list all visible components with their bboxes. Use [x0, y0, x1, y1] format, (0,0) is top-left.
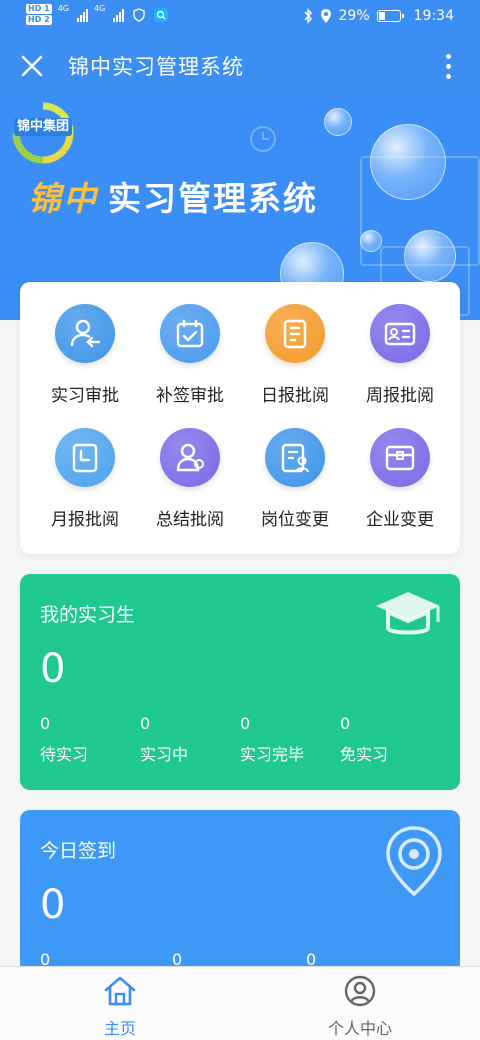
more-vertical-icon	[445, 53, 451, 59]
menu-item-daily-report[interactable]: 日报批阅	[240, 282, 350, 406]
menu-icon-bg	[370, 428, 430, 487]
status-right: 29% 19:34	[303, 8, 454, 24]
banner-title-text: 实习管理系统	[108, 179, 318, 218]
menu-icon-bg	[265, 428, 325, 487]
battery-percent: 29%	[338, 8, 370, 24]
menu-icon-bg	[55, 304, 115, 363]
stat-value: 0	[340, 714, 351, 733]
box-icon	[385, 445, 415, 470]
menu-icon-bg	[55, 428, 115, 487]
home-icon	[102, 973, 138, 1009]
nav-item-home[interactable]: 主页	[0, 967, 240, 1040]
id-card-icon	[384, 322, 416, 345]
nav-item-profile[interactable]: 个人中心	[240, 967, 480, 1040]
menu-item-enterprise-change[interactable]: 企业变更	[345, 406, 455, 530]
location-target-icon	[386, 826, 442, 897]
sim-indicators: HD 1 HD 2	[26, 4, 52, 25]
bubble-decoration	[370, 124, 446, 200]
sim1-label: HD 1	[26, 4, 52, 14]
menu-item-makeup-signin-approval[interactable]: 补签审批	[135, 282, 245, 406]
nav-label: 个人中心	[327, 1019, 392, 1038]
banner-brand: 锦中	[28, 179, 98, 218]
menu-label: 月报批阅	[51, 510, 119, 530]
stat-value: 0	[240, 714, 251, 733]
location-icon	[320, 9, 331, 23]
stat-label: 待实习	[40, 745, 89, 764]
stat-label: 实习完毕	[240, 745, 305, 764]
network2-label: 4G	[93, 4, 106, 13]
card-title: 今日签到	[40, 840, 117, 862]
menu-item-position-change[interactable]: 岗位变更	[240, 406, 350, 530]
menu-icon-bg	[370, 304, 430, 363]
signin-total: 0	[40, 882, 66, 928]
clock: 19:34	[413, 8, 454, 24]
menu-icon-bg	[160, 428, 220, 487]
status-left: HD 1 HD 2 4G 4G	[26, 4, 169, 25]
stat-label: 免实习	[340, 745, 389, 764]
status-bar: HD 1 HD 2 4G 4G 29% 19:34	[0, 0, 480, 36]
network1-label: 4G	[57, 4, 69, 13]
menu-icon-bg	[160, 304, 220, 363]
close-button[interactable]	[14, 48, 50, 84]
menu-label: 周报批阅	[366, 386, 434, 406]
menu-item-internship-approval[interactable]: 实习审批	[30, 282, 140, 406]
card-title: 我的实习生	[40, 604, 136, 626]
sim2-label: HD 2	[26, 15, 52, 25]
signal-icon	[113, 8, 125, 22]
menu-label: 企业变更	[366, 510, 434, 530]
battery-fill	[378, 12, 385, 20]
stat-value: 0	[40, 714, 51, 733]
bubble-decoration	[360, 230, 382, 252]
app-notification-icon	[154, 7, 169, 22]
more-options-button[interactable]	[430, 48, 466, 84]
user-return-icon	[70, 319, 101, 347]
nav-label: 主页	[103, 1019, 136, 1038]
banner-title: 锦中 实习管理系统	[28, 172, 318, 220]
clock-decoration-icon	[250, 126, 276, 152]
stat-label: 实习中	[140, 745, 189, 764]
bottom-navigation: 主页 个人中心	[0, 966, 480, 1040]
stat-exempt: 0 免实习	[340, 714, 440, 765]
shield-icon	[133, 7, 145, 22]
logo-text: 锦中集团	[14, 118, 72, 136]
my-interns-card[interactable]: 我的实习生 0 0 待实习 0 实习中 0 实习完毕 0 免实习	[20, 574, 460, 790]
menu-item-weekly-report[interactable]: 周报批阅	[345, 282, 455, 406]
bubble-decoration	[324, 108, 352, 136]
menu-label: 总结批阅	[156, 510, 224, 530]
page-title: 锦中实习管理系统	[68, 55, 244, 79]
signal-icon	[76, 8, 88, 22]
bluetooth-icon	[303, 8, 312, 24]
stat-in-progress: 0 实习中	[140, 714, 240, 765]
stat-completed: 0 实习完毕	[240, 714, 340, 765]
menu-label: 补签审批	[156, 386, 224, 406]
stat-pending: 0 待实习	[40, 714, 140, 765]
menu-label: 岗位变更	[261, 510, 329, 530]
function-menu: 实习审批 补签审批 日报批阅 周报批阅 月报批阅 总结批阅 岗位变更 企业变更	[20, 282, 460, 554]
calendar-clock-icon	[72, 443, 98, 472]
document-user-icon	[281, 443, 309, 472]
battery-icon	[376, 10, 404, 22]
user-summary-icon	[176, 443, 204, 471]
menu-item-summary-review[interactable]: 总结批阅	[135, 406, 245, 530]
graduation-cap-icon	[376, 592, 440, 635]
calendar-check-icon	[176, 319, 204, 347]
bubble-decoration	[404, 230, 456, 282]
menu-icon-bg	[265, 304, 325, 363]
stat-value: 0	[140, 714, 151, 733]
menu-label: 日报批阅	[261, 386, 329, 406]
document-list-icon	[283, 319, 307, 348]
intern-total: 0	[40, 646, 66, 692]
menu-label: 实习审批	[51, 386, 119, 406]
profile-icon	[342, 973, 378, 1009]
menu-item-monthly-report[interactable]: 月报批阅	[30, 406, 140, 530]
close-icon	[21, 55, 43, 77]
title-bar: 锦中实习管理系统	[0, 36, 480, 96]
